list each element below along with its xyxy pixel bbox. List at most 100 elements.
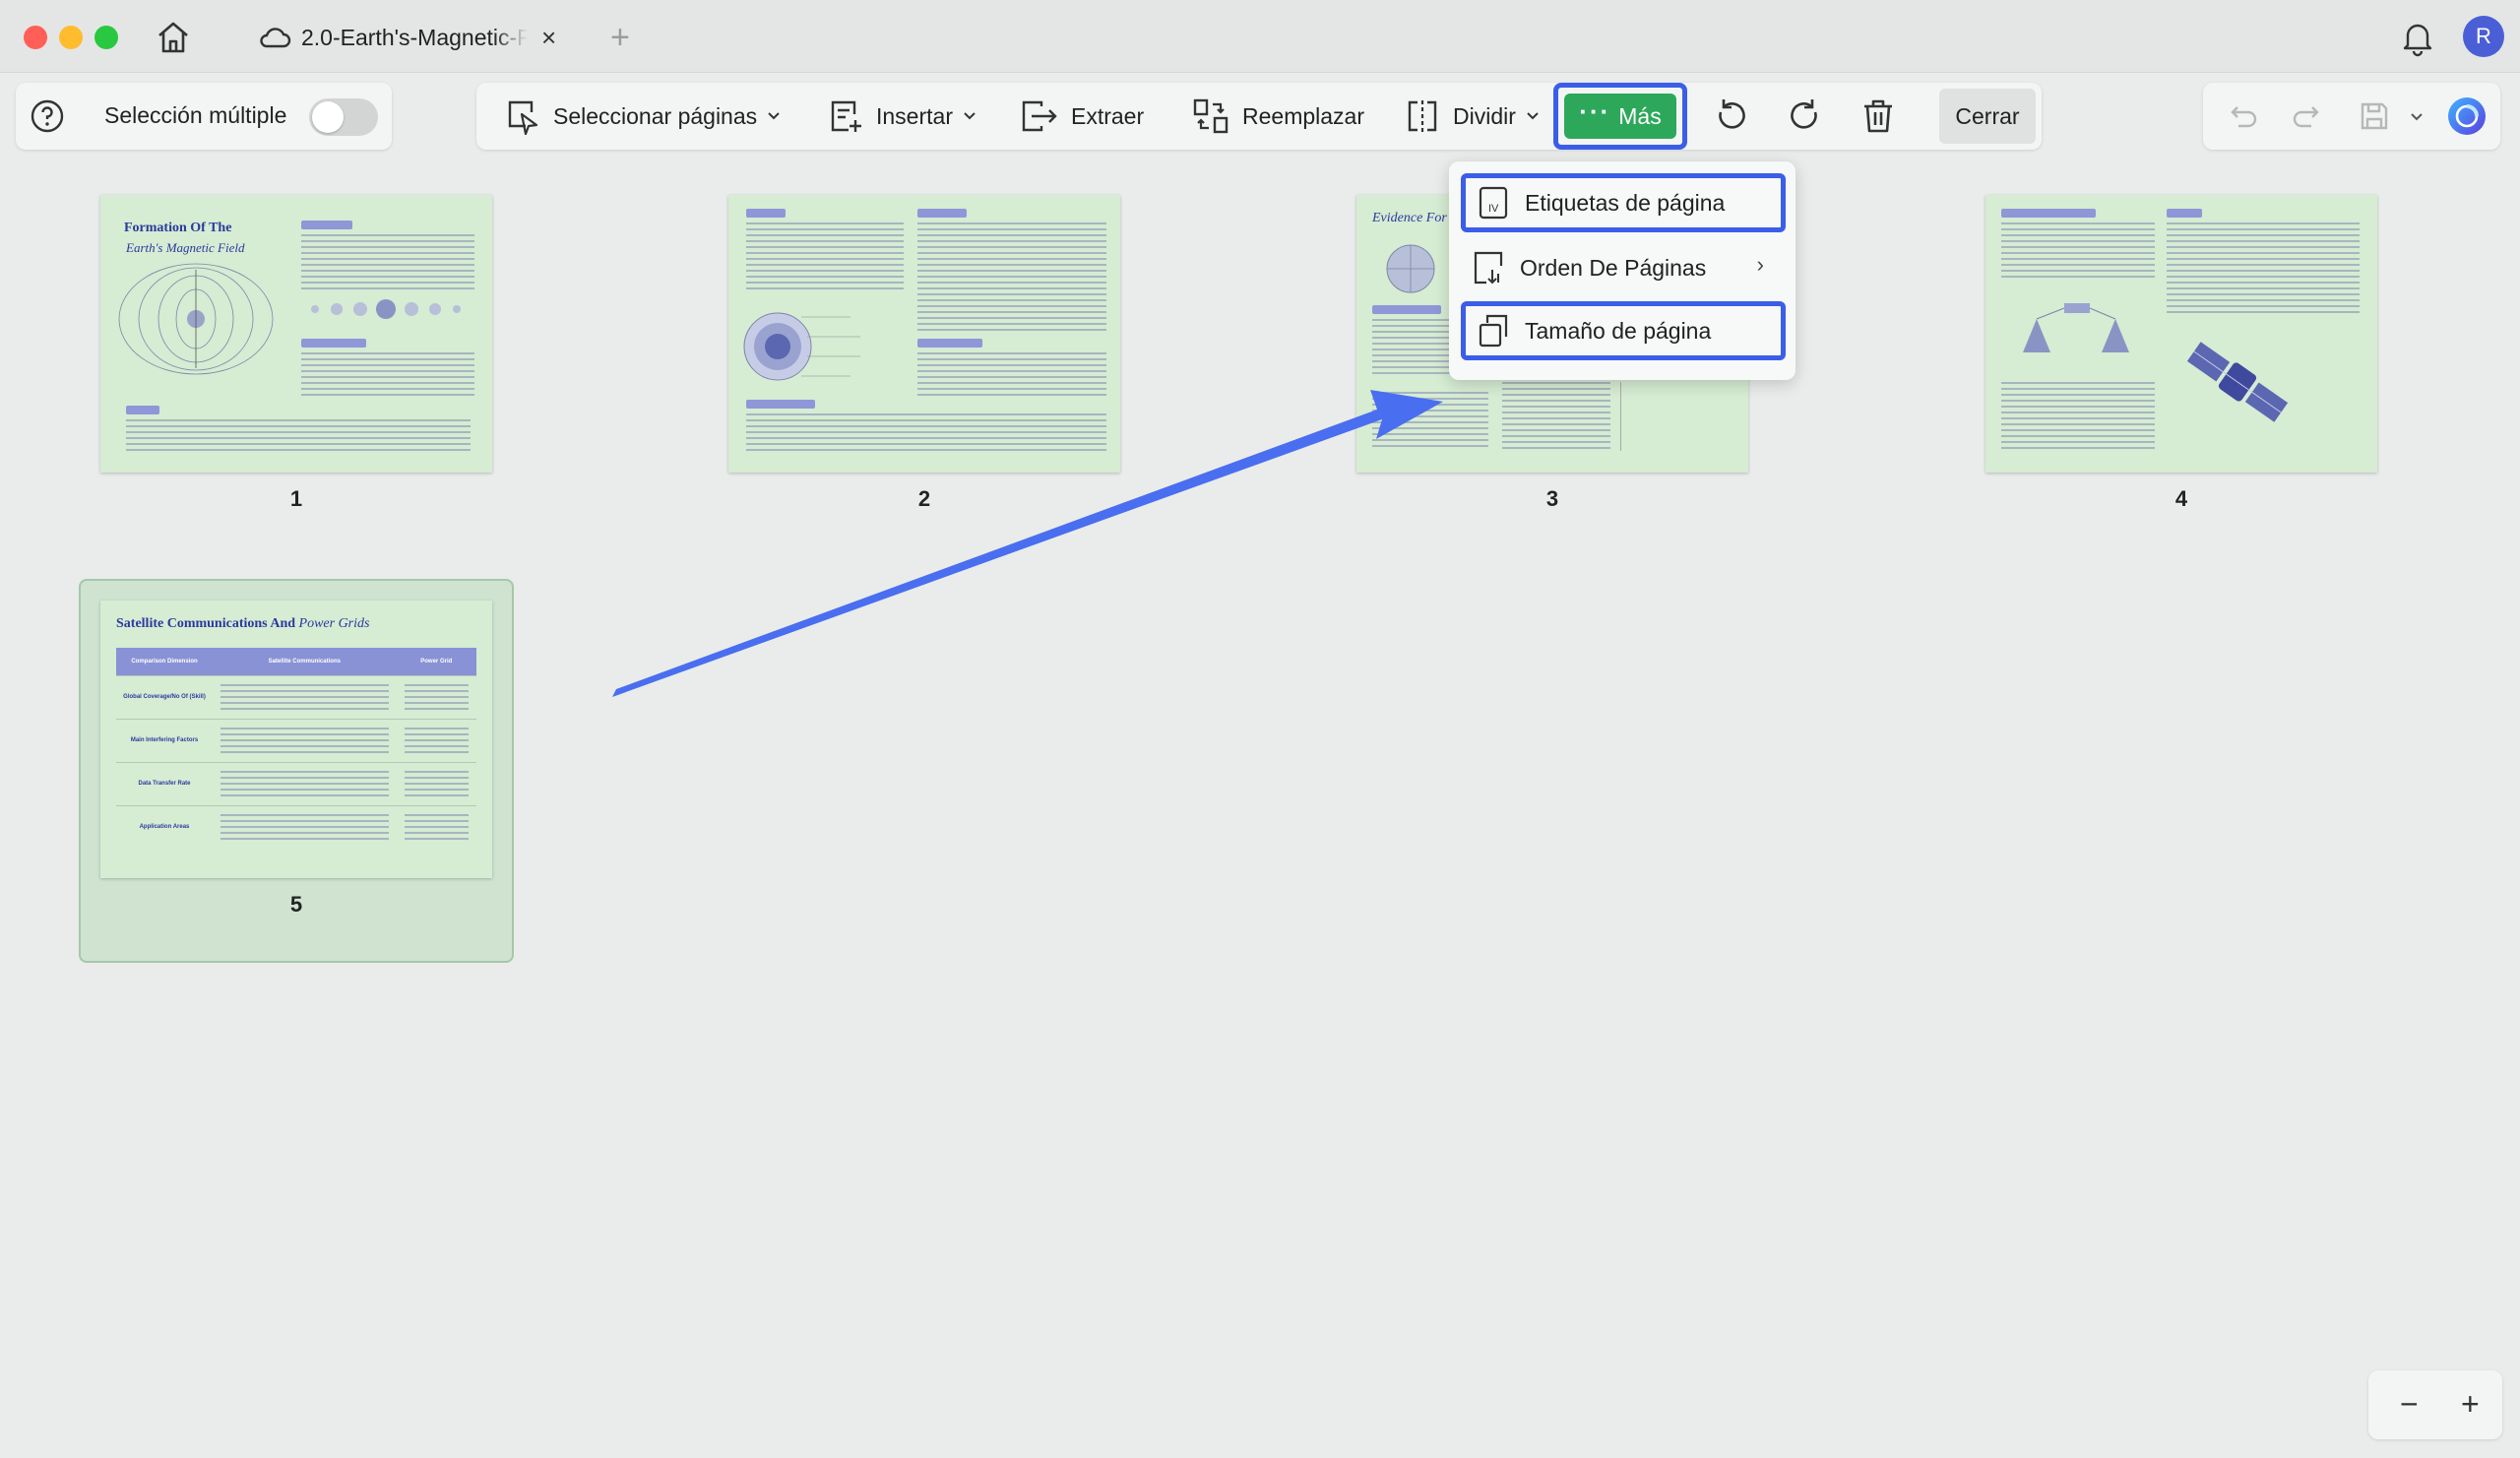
chevron-down-icon[interactable] — [2410, 112, 2424, 122]
extract-button[interactable]: Extraer — [1018, 83, 1144, 150]
more-button[interactable]: ··· Más — [1564, 94, 1676, 139]
menu-item-page-size[interactable]: Tamaño de página — [1461, 301, 1786, 360]
select-pages-button[interactable]: Seleccionar páginas — [504, 83, 781, 150]
notification-bell-icon[interactable] — [2400, 18, 2435, 57]
section-tag — [2001, 209, 2096, 218]
satellite-icon — [2186, 342, 2289, 422]
section-tag — [301, 221, 352, 229]
replace-label: Reemplazar — [1242, 102, 1364, 129]
section-tag — [917, 339, 982, 348]
page-order-icon — [1474, 251, 1503, 285]
page-1-title-line1: Formation Of The — [124, 221, 232, 235]
rotate-right-icon — [1791, 99, 1817, 129]
chevron-down-icon — [768, 112, 780, 120]
satellite-dishes-illustration — [2023, 303, 2129, 352]
insert-label: Insertar — [876, 102, 953, 129]
section-tag — [746, 400, 815, 409]
split-icon — [1408, 100, 1437, 132]
page-size-icon — [1479, 314, 1508, 348]
replace-button[interactable]: Reemplazar — [1191, 83, 1364, 150]
minimize-window-button[interactable] — [59, 26, 83, 49]
section-tag — [1372, 305, 1441, 314]
page-thumbnail-1[interactable]: Formation Of The Earth's Magnetic Field — [100, 195, 492, 473]
multi-select-label: Selección múltiple — [104, 102, 287, 128]
menu-item-page-order[interactable]: Orden De Páginas › — [1461, 238, 1786, 297]
more-dots-icon: ··· — [1579, 96, 1611, 126]
section-tag — [917, 209, 967, 218]
page-thumbnail-2[interactable] — [728, 195, 1120, 473]
toggle-knob — [312, 101, 344, 133]
select-pages-icon — [508, 100, 538, 136]
globe-illustration — [1386, 244, 1435, 293]
earth-layers-illustration — [743, 312, 860, 381]
section-tag — [2167, 209, 2202, 218]
text-block — [746, 222, 904, 291]
zoom-controls: − + — [2368, 1370, 2502, 1439]
page-number-4: 4 — [2174, 486, 2188, 511]
page-3-title: Evidence For — [1372, 211, 1447, 225]
zoom-in-button[interactable]: + — [2461, 1386, 2480, 1422]
text-block — [126, 419, 471, 455]
menu-item-label: Etiquetas de página — [1525, 189, 1726, 216]
history-panel — [2203, 83, 2500, 150]
text-block — [1372, 392, 1488, 451]
home-icon[interactable] — [154, 18, 193, 57]
page-thumbnail-4[interactable] — [1985, 195, 2377, 473]
title-bar: 2.0-Earth's-Magnetic-Field × + R — [0, 0, 2520, 73]
extract-icon — [1022, 100, 1057, 132]
page-thumbnail-5[interactable]: Satellite Communications And Power Grids… — [100, 601, 492, 878]
column-divider — [1620, 382, 1621, 451]
redo-icon[interactable] — [2290, 98, 2325, 134]
split-button[interactable]: Dividir — [1404, 83, 1540, 150]
document-tab[interactable]: 2.0-Earth's-Magnetic-Field × — [258, 14, 593, 61]
rotate-left-button[interactable] — [1711, 83, 1750, 150]
table-header: Satellite Communications — [213, 648, 397, 675]
zoom-out-button[interactable]: − — [2400, 1386, 2419, 1422]
chevron-down-icon — [1527, 112, 1539, 120]
tab-title: 2.0-Earth's-Magnetic-Field — [301, 24, 528, 50]
multi-select-toggle[interactable] — [309, 98, 378, 136]
table-row: Application Areas — [116, 804, 476, 849]
user-avatar[interactable]: R — [2463, 16, 2504, 57]
page-1-title-line2: Earth's Magnetic Field — [126, 240, 245, 255]
comparison-table: Comparison Dimension Satellite Communica… — [116, 648, 476, 849]
text-block — [2001, 382, 2155, 451]
magnetic-field-illustration — [118, 263, 274, 375]
close-window-button[interactable] — [24, 26, 47, 49]
maximize-window-button[interactable] — [94, 26, 118, 49]
insert-button[interactable]: Insertar — [827, 83, 976, 150]
delete-button[interactable] — [1858, 83, 1898, 150]
split-label: Dividir — [1453, 102, 1516, 129]
planets-illustration — [311, 299, 461, 319]
table-header: Power Grid — [396, 648, 476, 675]
table-row: Data Transfer Rate — [116, 761, 476, 805]
undo-icon[interactable] — [2225, 98, 2260, 134]
select-pages-label: Seleccionar páginas — [553, 102, 758, 129]
multi-select-panel: Selección múltiple — [16, 83, 392, 150]
insert-icon — [831, 100, 861, 132]
menu-item-page-labels[interactable]: IV Etiquetas de página — [1461, 173, 1786, 232]
save-icon[interactable] — [2357, 98, 2392, 134]
text-block — [301, 352, 474, 398]
tab-close-icon[interactable]: × — [541, 23, 556, 53]
rotate-right-button[interactable] — [1786, 83, 1825, 150]
text-block — [301, 234, 474, 289]
menu-item-label: Orden De Páginas — [1520, 254, 1707, 281]
ai-assistant-icon[interactable] — [2445, 95, 2488, 138]
more-label: Más — [1618, 102, 1662, 129]
new-tab-button[interactable]: + — [610, 18, 630, 57]
menu-item-label: Tamaño de página — [1525, 317, 1712, 344]
page-number-3: 3 — [1545, 486, 1559, 511]
table-row: Global Coverage/No Of (Skill) — [116, 674, 476, 719]
section-tag — [126, 406, 159, 414]
page-number-1: 1 — [289, 486, 303, 511]
text-block — [2001, 222, 2155, 282]
help-icon[interactable] — [30, 98, 65, 134]
replace-icon — [1193, 98, 1228, 134]
close-page-mode-button[interactable]: Cerrar — [1939, 89, 2036, 144]
svg-text:IV: IV — [1488, 203, 1499, 215]
cloud-icon — [258, 25, 291, 50]
extract-label: Extraer — [1071, 102, 1145, 129]
page-labels-icon: IV — [1479, 186, 1508, 220]
text-block — [1502, 382, 1610, 451]
